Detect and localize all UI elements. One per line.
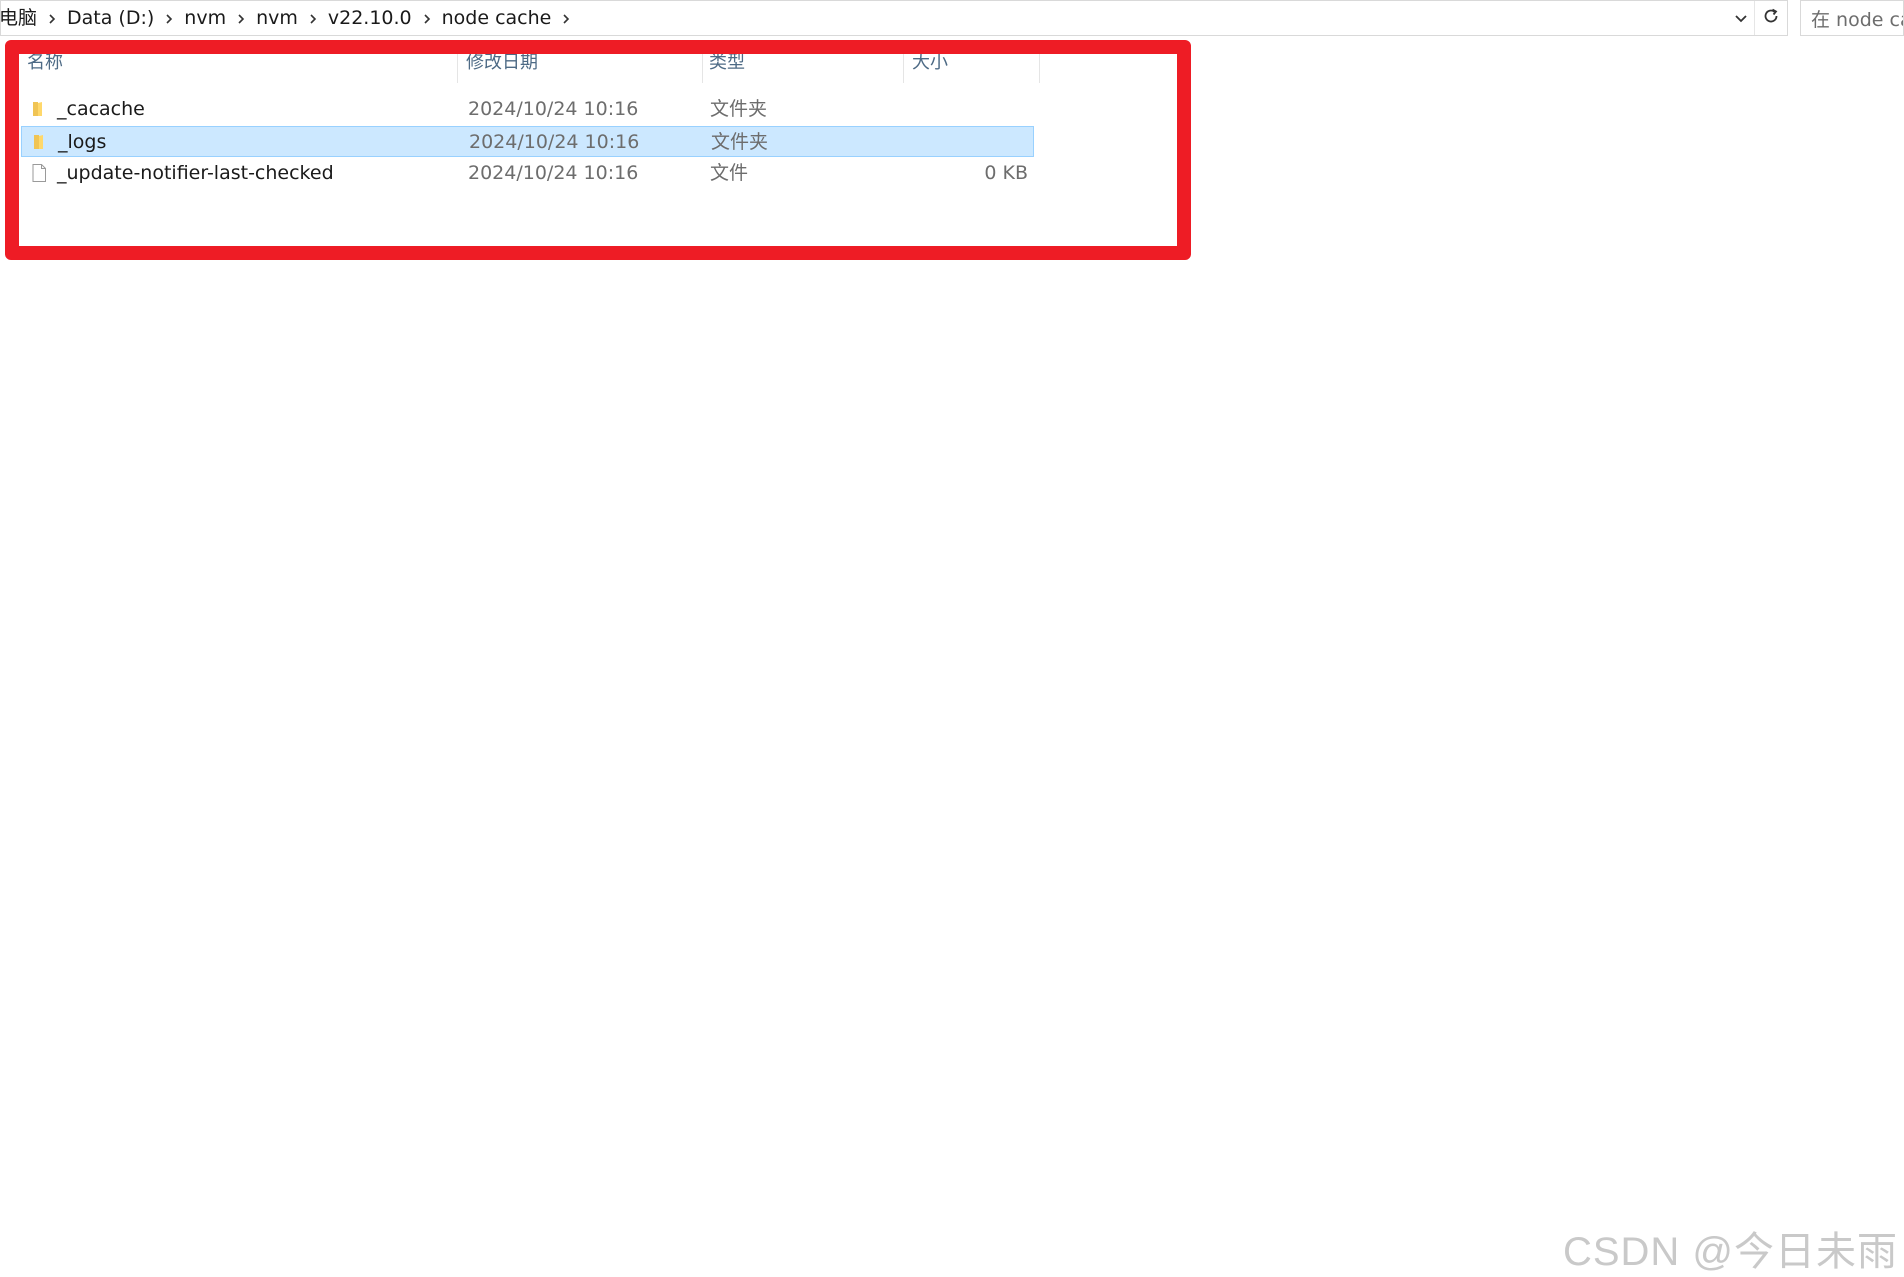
address-bar[interactable]: 电脑 Data (D:) nvm nvm v22.10.0 node cache <box>0 0 1788 36</box>
folder-icon <box>30 132 50 152</box>
chevron-right-icon[interactable] <box>302 1 324 35</box>
file-type: 文件夹 <box>711 131 769 153</box>
chevron-right-icon[interactable] <box>230 1 252 35</box>
column-header-size-label: 大小 <box>912 52 948 73</box>
file-date: 2024/10/24 10:16 <box>469 131 640 153</box>
breadcrumb-item-version[interactable]: v22.10.0 <box>324 1 416 35</box>
file-name: _cacache <box>57 98 145 120</box>
csdn-watermark: CSDN @今日未雨 <box>1562 1230 1898 1274</box>
chevron-down-icon <box>1734 9 1748 28</box>
table-row[interactable]: _update-notifier-last-checked 2024/10/24… <box>21 158 1034 189</box>
table-row-selected[interactable]: _logs 2024/10/24 10:16 文件夹 <box>21 126 1034 157</box>
search-input[interactable]: 在 node ca <box>1800 0 1904 36</box>
file-type: 文件夹 <box>710 98 768 120</box>
folder-icon <box>29 99 49 119</box>
chevron-right-icon[interactable] <box>41 1 63 35</box>
breadcrumb: 电脑 Data (D:) nvm nvm v22.10.0 node cache <box>1 1 1728 35</box>
chevron-right-icon[interactable] <box>416 1 438 35</box>
column-header-size[interactable]: 大小 <box>906 49 1040 83</box>
address-history-dropdown[interactable] <box>1728 1 1754 35</box>
file-name: _update-notifier-last-checked <box>57 162 334 184</box>
column-header-type[interactable]: 类型 <box>703 49 904 83</box>
file-type: 文件 <box>710 162 749 184</box>
file-size: 0 KB <box>984 162 1028 184</box>
refresh-icon <box>1762 7 1780 29</box>
column-header-date[interactable]: 修改日期 <box>460 49 703 83</box>
column-header-type-label: 类型 <box>709 52 745 73</box>
column-header-name-label: 名称 <box>27 52 63 73</box>
breadcrumb-item-nvm[interactable]: nvm <box>180 1 230 35</box>
file-date: 2024/10/24 10:16 <box>468 98 639 120</box>
breadcrumb-item-node-cache[interactable]: node cache <box>438 1 556 35</box>
table-row[interactable]: _cacache 2024/10/24 10:16 文件夹 <box>21 94 1034 125</box>
breadcrumb-item-nvm-sub[interactable]: nvm <box>252 1 302 35</box>
column-header-name[interactable]: 名称 <box>21 49 458 83</box>
breadcrumb-item-drive[interactable]: Data (D:) <box>63 1 158 35</box>
file-icon <box>29 163 49 183</box>
file-date: 2024/10/24 10:16 <box>468 162 639 184</box>
refresh-button[interactable] <box>1754 1 1787 35</box>
chevron-right-icon[interactable] <box>555 1 577 35</box>
file-list[interactable]: 名称 修改日期 类型 大小 _cacache 2024/10/24 10:16 … <box>0 37 1904 1277</box>
file-name: _logs <box>58 131 107 153</box>
chevron-right-icon[interactable] <box>158 1 180 35</box>
search-placeholder: 在 node ca <box>1811 8 1904 31</box>
breadcrumb-item-computer[interactable]: 电脑 <box>1 1 41 35</box>
column-header-date-label: 修改日期 <box>466 52 538 73</box>
